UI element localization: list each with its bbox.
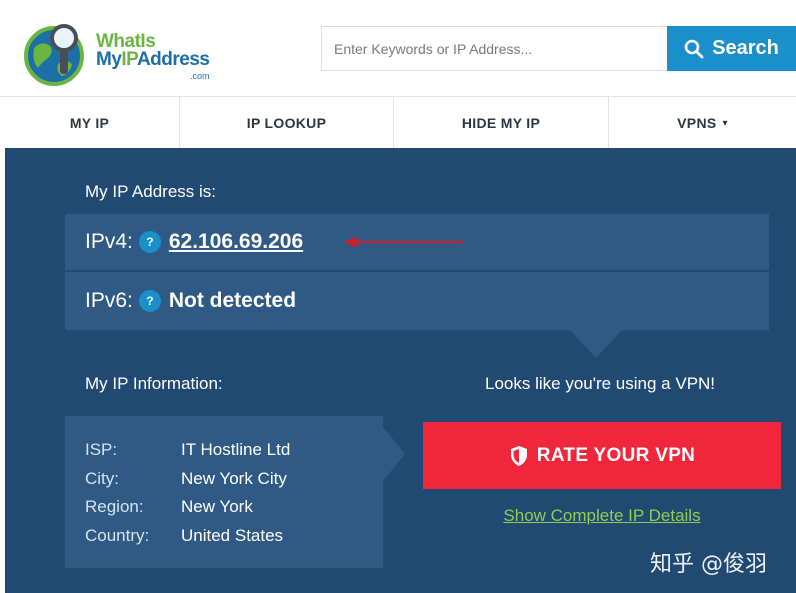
site-logo[interactable]: WhatIs MyIPAddress .com	[20, 18, 240, 90]
info-key: Country:	[85, 525, 150, 545]
logo-wordmark: WhatIs MyIPAddress .com	[96, 32, 210, 81]
info-heading: My IP Information:	[85, 374, 223, 393]
nav-item-label: MY IP	[69, 115, 110, 131]
info-row-region: Region: New York	[85, 493, 383, 522]
show-ip-details-link[interactable]: Show Complete IP Details	[423, 506, 781, 526]
info-value: New York	[181, 497, 253, 517]
rate-button-label: RATE YOUR VPN	[536, 444, 696, 466]
nav-item-vpns[interactable]: VPNS ▾	[609, 97, 796, 149]
callout-pointer	[570, 330, 622, 358]
ipv4-address-link[interactable]: 62.106.69.206	[169, 230, 303, 254]
vpn-notice: Looks like you're using a VPN!	[485, 374, 716, 393]
info-row-city: City: New York City	[85, 465, 383, 494]
nav-item-label: IP LOOKUP	[246, 115, 327, 131]
info-box-pointer	[383, 427, 405, 481]
search-icon	[684, 39, 704, 58]
info-value: United States	[181, 525, 284, 545]
red-arrow-annotation	[343, 237, 463, 247]
nav-item-label: VPNS	[677, 115, 717, 131]
logo-line2: MyIPAddress	[96, 49, 210, 70]
watermark: 知乎 @俊羽	[650, 552, 767, 577]
address-heading: My IP Address is:	[85, 182, 217, 201]
logo-line2-ip: IP	[121, 49, 137, 70]
search-input[interactable]	[321, 26, 667, 71]
ipv4-row: IPv4: ? 62.106.69.206	[65, 214, 769, 270]
nav-item-hide-my-ip[interactable]: HIDE MY IP	[394, 97, 609, 149]
nav-item-my-ip[interactable]: MY IP	[0, 97, 180, 149]
search-button[interactable]: Search	[667, 26, 796, 71]
info-row-country: Country: United States	[85, 522, 383, 551]
help-icon[interactable]: ?	[138, 290, 161, 312]
info-key: ISP:	[85, 440, 118, 460]
info-key: Region:	[85, 497, 144, 517]
help-icon[interactable]: ?	[138, 231, 161, 253]
main-nav: MY IP IP LOOKUP HIDE MY IP VPNS ▾	[0, 96, 796, 149]
site-header: WhatIs MyIPAddress .com Search	[0, 0, 796, 96]
info-row-isp: ISP: IT Hostline Ltd	[85, 436, 383, 465]
info-value: New York City	[181, 468, 287, 488]
chevron-down-icon: ▾	[722, 117, 728, 129]
logo-line2-address: Address	[136, 49, 210, 70]
rate-your-vpn-button[interactable]: RATE YOUR VPN	[423, 422, 781, 489]
ip-info-panel: My IP Address is: IPv4: ? 62.106.69.206 …	[5, 148, 796, 593]
ipv6-row: IPv6: ? Not detected	[65, 272, 769, 330]
ipv4-label: IPv4:	[85, 230, 133, 253]
search-button-label: Search	[712, 37, 779, 59]
info-value: IT Hostline Ltd	[181, 440, 291, 460]
ipv6-value: Not detected	[168, 289, 297, 312]
globe-magnifier-icon	[24, 24, 84, 86]
ipv6-label: IPv6:	[85, 289, 133, 312]
shield-icon	[510, 445, 527, 466]
logo-suffix: .com	[189, 71, 210, 81]
ip-info-box: ISP: IT Hostline Ltd City: New York City…	[65, 416, 383, 568]
logo-line2-my: My	[96, 49, 122, 70]
nav-item-label: HIDE MY IP	[461, 115, 541, 131]
nav-item-ip-lookup[interactable]: IP LOOKUP	[180, 97, 394, 149]
info-key: City:	[85, 468, 119, 488]
